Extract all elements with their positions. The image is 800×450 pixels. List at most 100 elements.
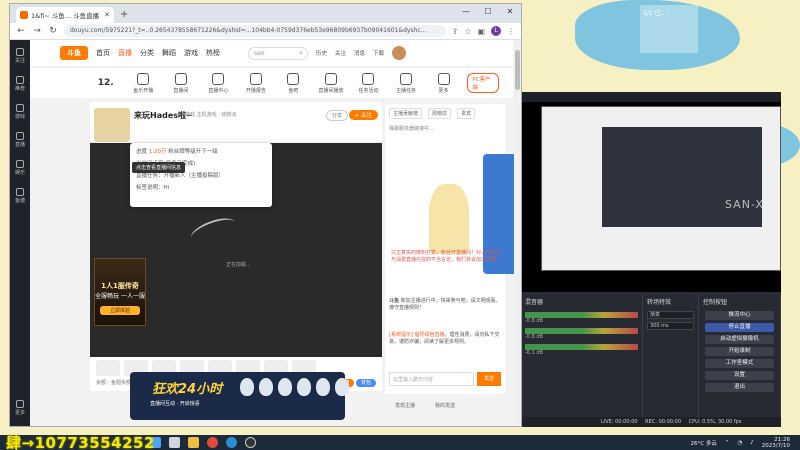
edge-icon[interactable] <box>226 437 237 448</box>
transition-type-select[interactable]: 渐变 <box>647 311 694 319</box>
scroll-thumb[interactable] <box>515 50 520 90</box>
rail-item-entertainment[interactable]: 娱乐 <box>10 156 30 180</box>
desktop-sticky-note[interactable]: 1/1 已.. : <box>640 5 698 53</box>
egg-reward[interactable] <box>335 378 349 396</box>
rail-item-more[interactable]: 更多 <box>10 396 30 420</box>
exit-button[interactable]: 退出 <box>705 383 774 392</box>
weather-widget[interactable]: 26°C 多云 <box>691 439 717 447</box>
rail-item-follow[interactable]: 关注 <box>10 44 30 68</box>
audio-meter[interactable] <box>525 328 638 334</box>
bookmark-star-icon[interactable]: ☆ <box>464 27 471 36</box>
volume-icon[interactable]: ♪ <box>750 440 754 446</box>
rail-item-recommend[interactable]: 推荐 <box>10 72 30 96</box>
transition-duration-input[interactable]: 300 ms <box>647 322 694 330</box>
nav-hot[interactable]: 热榜 <box>206 48 220 58</box>
nav-games[interactable]: 游戏 <box>184 48 198 58</box>
chrome-icon[interactable] <box>207 437 218 448</box>
search-taskbar-icon[interactable] <box>169 437 180 448</box>
settings-button[interactable]: 设置 <box>705 371 774 380</box>
network-icon[interactable]: ◔ <box>737 440 742 446</box>
tab-weekly[interactable]: 周榜前 <box>428 108 452 119</box>
share-button[interactable]: 分享 <box>325 110 348 121</box>
toolbar-item[interactable]: 鱼吧 <box>280 72 308 94</box>
egg-reward[interactable] <box>240 378 254 396</box>
obs-status-bar: LIVE: 00:00:00 REC: 00:00:00 CPU: 0.5%, … <box>521 417 781 427</box>
discover-link[interactable]: 发现主播 <box>395 402 415 409</box>
tab-vip[interactable]: 贵宾 <box>457 108 476 119</box>
promo-banner[interactable]: 狂欢24小时 直播间互动 · 开启惊喜 <box>130 372 349 420</box>
menu-kebab-icon[interactable]: ⋮ <box>507 27 515 36</box>
share-icon[interactable]: ⇪ <box>452 27 459 36</box>
toolbar-item[interactable]: 直播间播放 <box>317 72 345 94</box>
toolbar-item[interactable]: 更多 <box>430 72 458 94</box>
close-button[interactable]: ✕ <box>499 4 521 19</box>
obs-icon[interactable] <box>245 437 256 448</box>
nav-home[interactable]: 首页 <box>96 48 110 58</box>
profile-avatar[interactable]: L <box>491 26 501 36</box>
toolbar-item[interactable]: 开播报告 <box>242 72 270 94</box>
nav-live[interactable]: 直播 <box>118 48 132 58</box>
follow-icon[interactable]: 关注 <box>335 49 346 57</box>
clock[interactable]: 21:26 2023/7/10 <box>762 437 790 449</box>
obs-titlebar[interactable] <box>521 92 781 102</box>
search-icon[interactable]: ⌕ <box>299 48 303 59</box>
studio-mode-button[interactable]: 工作室模式 <box>705 359 774 368</box>
tray-arrow-icon[interactable]: ⌃ <box>725 440 730 446</box>
egg-reward[interactable] <box>316 378 330 396</box>
pc-client-button[interactable]: PC客户端 <box>467 73 500 93</box>
back-icon[interactable]: ← <box>16 26 26 36</box>
message-icon[interactable]: 消息 <box>354 49 365 57</box>
audio-meter[interactable] <box>525 344 638 350</box>
rail-item-fishpond[interactable]: 鱼塘 <box>10 184 30 208</box>
send-button[interactable]: 发送 <box>477 372 501 386</box>
rail-item-games[interactable]: 游戏 <box>10 100 30 124</box>
egg-reward[interactable] <box>297 378 311 396</box>
audio-meter[interactable] <box>525 312 638 318</box>
browser-window[interactable]: 1&fi~ 斗鱼... 斗鱼直播 - 5 选项 ✕ + — ☐ ✕ ← → ↻ … <box>9 3 522 427</box>
maximize-button[interactable]: ☐ <box>477 4 499 19</box>
egg-reward[interactable] <box>259 378 273 396</box>
ad-cta-button[interactable]: 立即体验 <box>100 306 140 315</box>
game-ad-card[interactable]: 1人1服传奇 全服畅玩 一人一服 立即体验 <box>94 258 146 326</box>
toolbar-item[interactable]: 直播间 <box>167 72 195 94</box>
toolbar-item[interactable]: 任务活动 <box>355 72 383 94</box>
streamer-avatar[interactable] <box>94 108 130 142</box>
tab-contribution[interactable]: 主播贡献榜 <box>389 108 423 119</box>
stream-center-button[interactable]: 推流中心 <box>705 311 774 320</box>
rail-item-live[interactable]: 直播 <box>10 128 30 152</box>
download-icon[interactable]: 下载 <box>373 49 384 57</box>
tab-douyu[interactable]: 1&fi~ 斗鱼... 斗鱼直播 - 5 选项 ✕ <box>16 7 114 23</box>
video-player[interactable]: 进度 1.20万 粉丝牌等级升下一级 当前已点亮(任务已完成) 直播任务：开播新… <box>90 143 382 357</box>
toolbar-item[interactable]: 直播中心 <box>205 72 233 94</box>
user-avatar[interactable] <box>392 46 407 60</box>
stop-streaming-button[interactable]: 停止直播 <box>705 323 774 332</box>
forward-icon[interactable]: → <box>32 26 42 36</box>
toolbar-item[interactable]: 主播任务 <box>392 72 420 94</box>
backpack-button[interactable]: 背包 <box>355 379 376 387</box>
obs-window[interactable]: 混音器 -0.8 dB -0.8 dB -6.1 dB 转场特效 渐变 300 … <box>521 92 781 427</box>
extensions-icon[interactable]: ▣ <box>477 27 485 36</box>
reload-icon[interactable]: ↻ <box>48 26 58 36</box>
virtual-camera-button[interactable]: 启动虚拟摄像机 <box>705 335 774 344</box>
chat-input[interactable]: 这里输入聊天内容 <box>389 372 474 386</box>
chat-sender[interactable]: 斗鱼 <box>389 298 399 304</box>
site-search-input[interactable]: seo ⌕ <box>248 46 308 60</box>
douyu-logo[interactable]: 斗鱼 <box>60 46 88 60</box>
nav-dance[interactable]: 舞蹈 <box>162 48 176 58</box>
start-recording-button[interactable]: 开始录制 <box>705 347 774 356</box>
history-icon[interactable]: 历史 <box>316 49 327 57</box>
minimize-button[interactable]: — <box>455 4 477 19</box>
gift-item[interactable] <box>96 360 120 376</box>
rail-label: 游戏 <box>14 114 25 120</box>
new-tab-icon[interactable]: + <box>120 9 128 20</box>
obs-preview[interactable] <box>521 102 781 292</box>
follow-button[interactable]: + 关注 <box>348 110 378 120</box>
page-scrollbar[interactable] <box>514 40 521 426</box>
egg-reward[interactable] <box>278 378 292 396</box>
nav-category[interactable]: 分类 <box>140 48 154 58</box>
url-field[interactable]: douyu.com/5975221?_t=..0.265437855867122… <box>64 25 446 37</box>
toolbar-item[interactable]: 鱼乐开播 <box>130 72 158 94</box>
tab-close-icon[interactable]: ✕ <box>104 11 110 19</box>
file-explorer-icon[interactable] <box>188 437 199 448</box>
my-sent-link[interactable]: 我的发送 <box>435 402 455 409</box>
